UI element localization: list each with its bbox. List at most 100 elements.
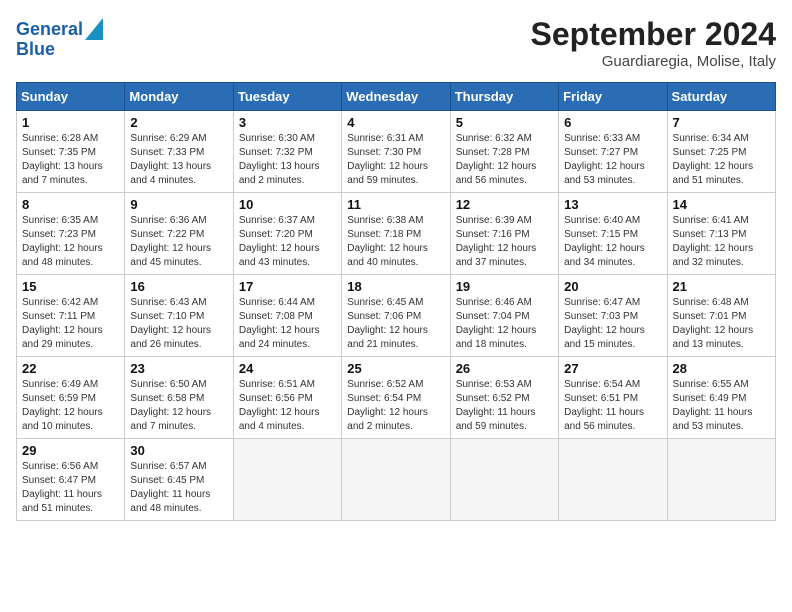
calendar-cell: 15Sunrise: 6:42 AMSunset: 7:11 PMDayligh…	[17, 275, 125, 357]
calendar-cell: 22 Sunrise: 6:49 AMSunset: 6:59 PMDayligh…	[17, 357, 125, 439]
day-number: 2	[130, 115, 227, 130]
calendar-cell	[450, 439, 558, 521]
day-number: 24	[239, 361, 336, 376]
day-number: 18	[347, 279, 444, 294]
day-number: 30	[130, 443, 227, 458]
calendar-cell	[342, 439, 450, 521]
calendar-cell: 14 Sunrise: 6:41 AMSunset: 7:13 PMDayligh…	[667, 193, 775, 275]
day-number: 22	[22, 361, 119, 376]
cell-info: Sunrise: 6:43 AMSunset: 7:10 PMDaylight:…	[130, 296, 227, 352]
calendar-week-row: 1 Sunrise: 6:28 AMSunset: 7:35 PMDaylight…	[17, 111, 776, 193]
cell-info: Sunrise: 6:38 AMSunset: 7:18 PMDaylight:…	[347, 214, 444, 270]
weekday-header: Saturday	[667, 83, 775, 111]
calendar-header: SundayMondayTuesdayWednesdayThursdayFrid…	[17, 83, 776, 111]
location: Guardiaregia, Molise, Italy	[531, 53, 776, 70]
weekday-header: Monday	[125, 83, 233, 111]
calendar-cell: 26 Sunrise: 6:53 AMSunset: 6:52 PMDayligh…	[450, 357, 558, 439]
cell-info: Sunrise: 6:56 AMSunset: 6:47 PMDaylight:…	[22, 460, 119, 516]
cell-info: Sunrise: 6:48 AMSunset: 7:01 PMDaylight:…	[673, 296, 770, 352]
calendar-cell: 25 Sunrise: 6:52 AMSunset: 6:54 PMDayligh…	[342, 357, 450, 439]
cell-info: Sunrise: 6:57 AMSunset: 6:45 PMDaylight:…	[130, 460, 227, 516]
month-title: September 2024	[531, 16, 776, 53]
day-number: 15	[22, 279, 119, 294]
day-number: 9	[130, 197, 227, 212]
day-number: 14	[673, 197, 770, 212]
calendar-cell: 30 Sunrise: 6:57 AMSunset: 6:45 PMDayligh…	[125, 439, 233, 521]
calendar-cell: 28Sunrise: 6:55 AMSunset: 6:49 PMDayligh…	[667, 357, 775, 439]
cell-info: Sunrise: 6:55 AMSunset: 6:49 PMDaylight:…	[673, 378, 770, 434]
weekday-header: Sunday	[17, 83, 125, 111]
calendar-cell: 7Sunrise: 6:34 AMSunset: 7:25 PMDaylight…	[667, 111, 775, 193]
day-number: 26	[456, 361, 553, 376]
calendar-cell: 29Sunrise: 6:56 AMSunset: 6:47 PMDayligh…	[17, 439, 125, 521]
day-number: 5	[456, 115, 553, 130]
cell-info: Sunrise: 6:32 AMSunset: 7:28 PMDaylight:…	[456, 132, 553, 188]
calendar-cell: 8 Sunrise: 6:35 AMSunset: 7:23 PMDaylight…	[17, 193, 125, 275]
cell-info: Sunrise: 6:31 AMSunset: 7:30 PMDaylight:…	[347, 132, 444, 188]
cell-info: Sunrise: 6:40 AMSunset: 7:15 PMDaylight:…	[564, 214, 661, 270]
calendar-cell: 27 Sunrise: 6:54 AMSunset: 6:51 PMDayligh…	[559, 357, 667, 439]
calendar-cell	[559, 439, 667, 521]
day-number: 19	[456, 279, 553, 294]
cell-info: Sunrise: 6:50 AMSunset: 6:58 PMDaylight:…	[130, 378, 227, 434]
calendar-cell: 16Sunrise: 6:43 AMSunset: 7:10 PMDayligh…	[125, 275, 233, 357]
cell-info: Sunrise: 6:51 AMSunset: 6:56 PMDaylight:…	[239, 378, 336, 434]
day-number: 8	[22, 197, 119, 212]
cell-info: Sunrise: 6:52 AMSunset: 6:54 PMDaylight:…	[347, 378, 444, 434]
calendar-cell: 10 Sunrise: 6:37 AMSunset: 7:20 PMDayligh…	[233, 193, 341, 275]
logo-line2: Blue	[16, 40, 103, 60]
cell-info: Sunrise: 6:54 AMSunset: 6:51 PMDaylight:…	[564, 378, 661, 434]
calendar-cell: 24 Sunrise: 6:51 AMSunset: 6:56 PMDayligh…	[233, 357, 341, 439]
calendar-cell: 4 Sunrise: 6:31 AMSunset: 7:30 PMDaylight…	[342, 111, 450, 193]
calendar-cell: 6 Sunrise: 6:33 AMSunset: 7:27 PMDaylight…	[559, 111, 667, 193]
weekday-header: Friday	[559, 83, 667, 111]
calendar-week-row: 22 Sunrise: 6:49 AMSunset: 6:59 PMDayligh…	[17, 357, 776, 439]
day-number: 6	[564, 115, 661, 130]
page-header: General Blue September 2024 Guardiaregia…	[16, 16, 776, 70]
day-number: 13	[564, 197, 661, 212]
day-number: 27	[564, 361, 661, 376]
calendar-cell: 9Sunrise: 6:36 AMSunset: 7:22 PMDaylight…	[125, 193, 233, 275]
calendar-cell: 3Sunrise: 6:30 AMSunset: 7:32 PMDaylight…	[233, 111, 341, 193]
day-number: 7	[673, 115, 770, 130]
logo-triangle-icon	[85, 18, 103, 40]
cell-info: Sunrise: 6:49 AMSunset: 6:59 PMDaylight:…	[22, 378, 119, 434]
calendar-cell	[233, 439, 341, 521]
day-number: 21	[673, 279, 770, 294]
cell-info: Sunrise: 6:37 AMSunset: 7:20 PMDaylight:…	[239, 214, 336, 270]
weekday-header: Thursday	[450, 83, 558, 111]
day-number: 23	[130, 361, 227, 376]
day-number: 11	[347, 197, 444, 212]
cell-info: Sunrise: 6:28 AMSunset: 7:35 PMDaylight:…	[22, 132, 119, 188]
calendar-cell: 19 Sunrise: 6:46 AMSunset: 7:04 PMDayligh…	[450, 275, 558, 357]
header-row: SundayMondayTuesdayWednesdayThursdayFrid…	[17, 83, 776, 111]
cell-info: Sunrise: 6:46 AMSunset: 7:04 PMDaylight:…	[456, 296, 553, 352]
day-number: 10	[239, 197, 336, 212]
cell-info: Sunrise: 6:47 AMSunset: 7:03 PMDaylight:…	[564, 296, 661, 352]
calendar-cell: 5 Sunrise: 6:32 AMSunset: 7:28 PMDaylight…	[450, 111, 558, 193]
cell-info: Sunrise: 6:29 AMSunset: 7:33 PMDaylight:…	[130, 132, 227, 188]
day-number: 4	[347, 115, 444, 130]
cell-info: Sunrise: 6:53 AMSunset: 6:52 PMDaylight:…	[456, 378, 553, 434]
day-number: 1	[22, 115, 119, 130]
logo-line1: General	[16, 19, 83, 39]
calendar-week-row: 15Sunrise: 6:42 AMSunset: 7:11 PMDayligh…	[17, 275, 776, 357]
cell-info: Sunrise: 6:35 AMSunset: 7:23 PMDaylight:…	[22, 214, 119, 270]
calendar-cell: 23 Sunrise: 6:50 AMSunset: 6:58 PMDayligh…	[125, 357, 233, 439]
calendar-cell: 20Sunrise: 6:47 AMSunset: 7:03 PMDayligh…	[559, 275, 667, 357]
calendar-cell: 1 Sunrise: 6:28 AMSunset: 7:35 PMDaylight…	[17, 111, 125, 193]
calendar-body: 1 Sunrise: 6:28 AMSunset: 7:35 PMDaylight…	[17, 111, 776, 521]
calendar-cell: 17Sunrise: 6:44 AMSunset: 7:08 PMDayligh…	[233, 275, 341, 357]
day-number: 25	[347, 361, 444, 376]
cell-info: Sunrise: 6:30 AMSunset: 7:32 PMDaylight:…	[239, 132, 336, 188]
cell-info: Sunrise: 6:44 AMSunset: 7:08 PMDaylight:…	[239, 296, 336, 352]
cell-info: Sunrise: 6:41 AMSunset: 7:13 PMDaylight:…	[673, 214, 770, 270]
cell-info: Sunrise: 6:33 AMSunset: 7:27 PMDaylight:…	[564, 132, 661, 188]
day-number: 12	[456, 197, 553, 212]
calendar-cell: 2 Sunrise: 6:29 AMSunset: 7:33 PMDaylight…	[125, 111, 233, 193]
cell-info: Sunrise: 6:39 AMSunset: 7:16 PMDaylight:…	[456, 214, 553, 270]
calendar-week-row: 29Sunrise: 6:56 AMSunset: 6:47 PMDayligh…	[17, 439, 776, 521]
calendar-cell	[667, 439, 775, 521]
calendar-cell: 12 Sunrise: 6:39 AMSunset: 7:16 PMDayligh…	[450, 193, 558, 275]
calendar-cell: 18Sunrise: 6:45 AMSunset: 7:06 PMDayligh…	[342, 275, 450, 357]
